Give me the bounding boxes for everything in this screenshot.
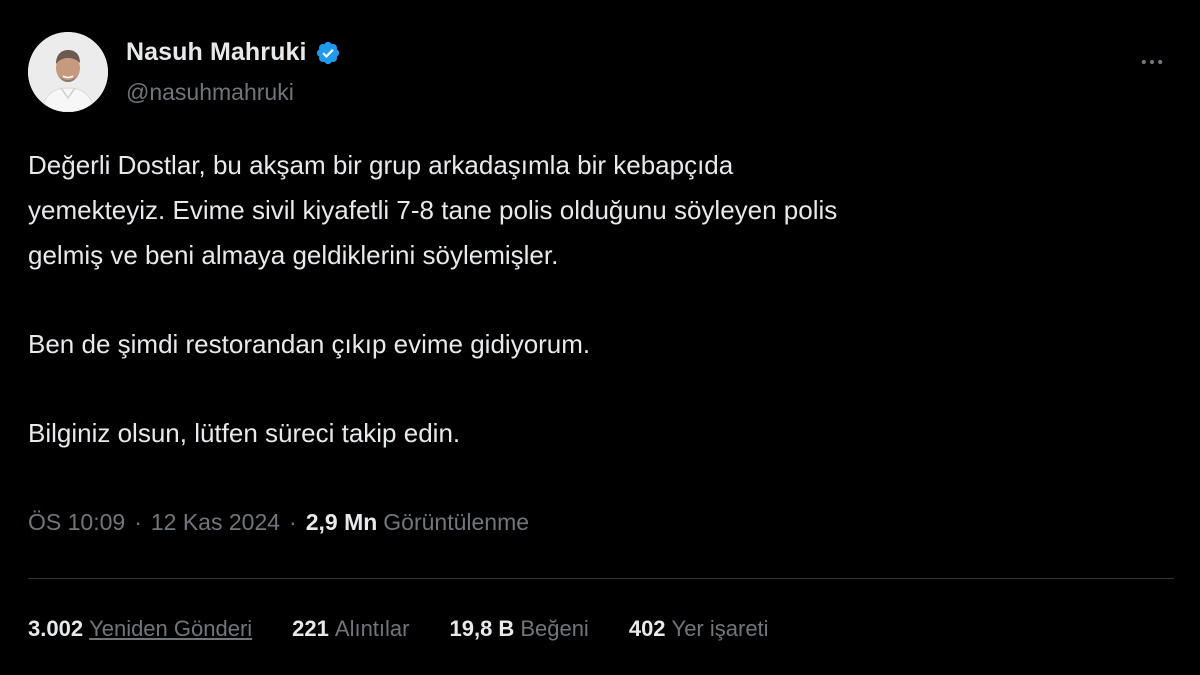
quotes-stat[interactable]: 221 Alıntılar	[292, 616, 409, 642]
meta-separator: ·	[134, 509, 142, 535]
meta-separator: ·	[289, 509, 297, 535]
tweet-text: Değerli Dostlar, bu akşam bir grup arkad…	[28, 143, 1158, 456]
bookmarks-count: 402	[628, 616, 666, 641]
retweets-label: Yeniden Gönderi	[89, 616, 253, 641]
tweet-paragraph: Ben de şimdi restorandan çıkıp evime gid…	[28, 329, 591, 359]
more-horizontal-icon	[1141, 59, 1163, 65]
tweet-stats: 3.002 Yeniden Gönderi 221 Alıntılar 19,8…	[28, 616, 809, 642]
tweet-header: Nasuh Mahruki @nasuhmahruki	[28, 32, 1172, 114]
tweet-paragraph: Değerli Dostlar, bu akşam bir grup arkad…	[28, 150, 838, 270]
divider	[28, 578, 1174, 579]
tweet-date[interactable]: 12 Kas 2024	[151, 509, 280, 536]
avatar-portrait-icon	[28, 32, 108, 112]
retweets-count: 3.002	[28, 616, 84, 641]
tweet-paragraph: Bilginiz olsun, lütfen süreci takip edin…	[28, 418, 461, 448]
name-line: Nasuh Mahruki	[126, 38, 341, 67]
tweet-card: Nasuh Mahruki @nasuhmahruki Değerli Dost…	[0, 0, 1200, 675]
tweet-time[interactable]: ÖS 10:09	[28, 509, 125, 536]
views-count: 2,9 Mn	[305, 509, 378, 535]
quotes-label: Alıntılar	[334, 616, 410, 641]
tweet-meta: ÖS 10:09 · 12 Kas 2024 · 2,9 Mn Görüntül…	[28, 509, 529, 536]
verified-badge-icon[interactable]	[315, 40, 341, 66]
more-options-button[interactable]	[1132, 42, 1172, 82]
bookmarks-stat[interactable]: 402 Yer işareti	[629, 616, 769, 642]
likes-label: Beğeni	[520, 616, 589, 641]
views-label: Görüntülenme	[383, 509, 530, 535]
retweets-stat[interactable]: 3.002 Yeniden Gönderi	[28, 616, 252, 642]
bookmarks-label: Yer işareti	[671, 616, 769, 641]
likes-count: 19,8 B	[449, 616, 515, 641]
likes-stat[interactable]: 19,8 B Beğeni	[449, 616, 588, 642]
author-handle[interactable]: @nasuhmahruki	[126, 79, 294, 106]
avatar[interactable]	[28, 32, 108, 112]
author-display-name[interactable]: Nasuh Mahruki	[126, 38, 307, 67]
quotes-count: 221	[292, 616, 329, 641]
